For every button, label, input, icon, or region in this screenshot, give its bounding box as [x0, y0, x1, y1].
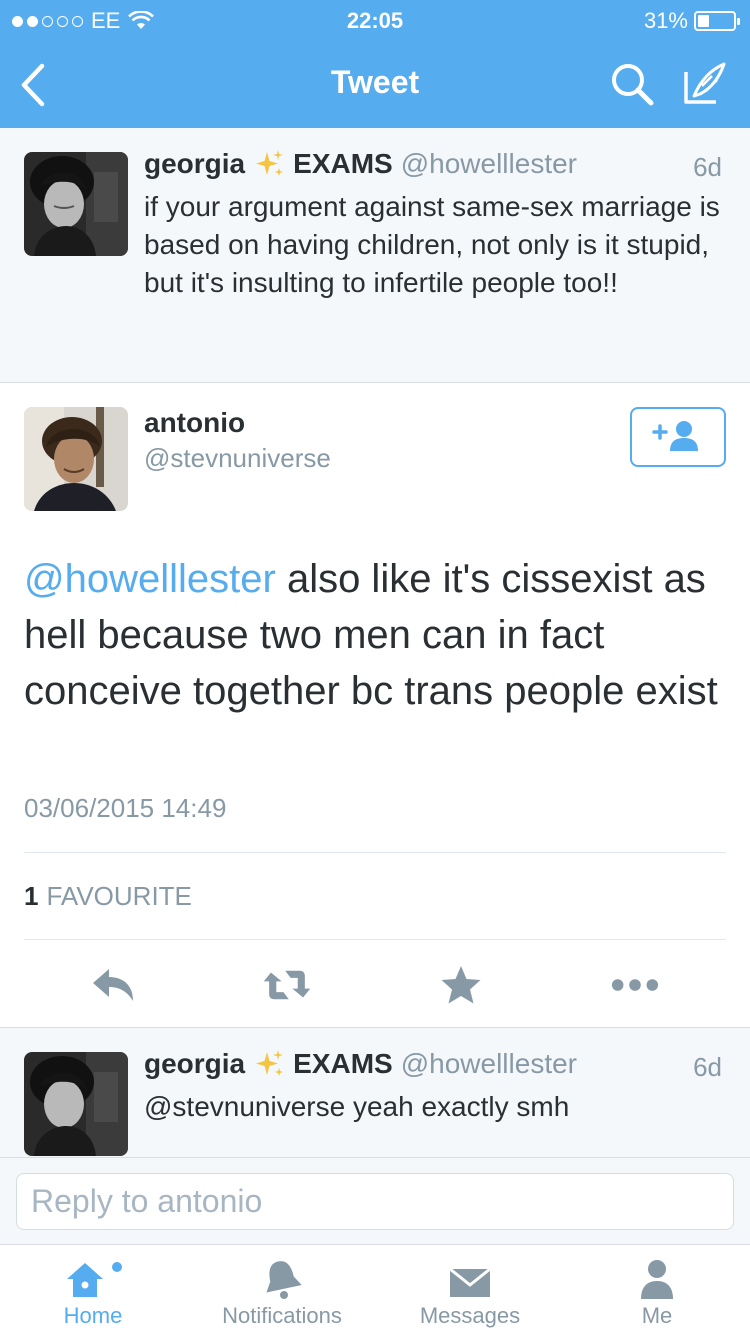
favourite-button[interactable] — [436, 963, 486, 1007]
author-name-suffix: EXAMS — [293, 1048, 393, 1079]
main-tweet: antonio @stevnuniverse @howelllester als… — [0, 383, 750, 1028]
retweet-icon — [263, 970, 311, 1000]
favourite-label: FAVOURITE — [46, 881, 192, 911]
reply-button[interactable] — [88, 963, 138, 1007]
search-icon[interactable] — [608, 60, 658, 110]
tab-home[interactable]: Home — [40, 1245, 146, 1334]
tab-bar: Home Notifications Messages Me — [0, 1245, 750, 1334]
reply-icon — [93, 969, 133, 1001]
bell-icon — [266, 1261, 302, 1299]
compose-tweet-icon[interactable] — [680, 58, 730, 108]
status-time: 22:05 — [346, 8, 404, 33]
top-bar: EE 22:05 31% Tweet — [0, 0, 750, 128]
reply-name-line: georgia EXAMS @howelllester — [144, 1048, 577, 1080]
reply-bar — [0, 1157, 750, 1245]
sparkles-icon — [256, 150, 284, 176]
tweet-time: 6d — [693, 1052, 722, 1082]
battery-icon — [694, 11, 740, 31]
follow-button[interactable] — [630, 407, 726, 467]
tweet-time: 6d — [693, 152, 722, 182]
author-handle[interactable]: @howelllester — [401, 148, 577, 180]
status-right: 31% — [643, 8, 740, 34]
tweet-text: @stevnuniverse yeah exactly smh — [144, 1091, 570, 1122]
author-name-suffix: EXAMS — [293, 148, 393, 179]
avatar[interactable] — [24, 1052, 128, 1156]
retweet-button[interactable] — [262, 963, 312, 1007]
author-name[interactable]: georgia — [144, 1048, 245, 1080]
avatar[interactable] — [24, 152, 128, 256]
parent-name-line: georgia EXAMS @howelllester — [144, 148, 577, 180]
tweet-text: @howelllester also like it's cissexist a… — [24, 551, 729, 719]
more-options-button[interactable] — [610, 963, 660, 1007]
avatar[interactable] — [24, 407, 128, 511]
tab-label: Me — [641, 1303, 673, 1328]
tab-label: Messages — [419, 1303, 521, 1328]
author-name[interactable]: antonio — [144, 407, 245, 439]
tab-label: Notifications — [222, 1303, 342, 1328]
tab-me[interactable]: Me — [622, 1245, 692, 1334]
parent-tweet[interactable]: georgia EXAMS @howelllester 6d if your a… — [0, 128, 750, 383]
divider — [24, 852, 726, 853]
favourite-count-number: 1 — [24, 881, 39, 911]
tab-label: Home — [63, 1303, 123, 1328]
tweet-date: 03/06/2015 14:49 — [24, 793, 227, 823]
favourites-count[interactable]: 1 FAVOURITE — [24, 881, 192, 912]
battery-percent: 31% — [643, 8, 688, 33]
tweet-text: if your argument against same-sex marria… — [144, 191, 720, 298]
reply-input[interactable] — [16, 1173, 734, 1230]
tab-notifications[interactable]: Notifications — [212, 1245, 352, 1334]
tab-messages[interactable]: Messages — [408, 1245, 532, 1334]
status-bar: EE 22:05 31% — [0, 0, 750, 40]
envelope-icon — [449, 1267, 491, 1297]
author-handle[interactable]: @howelllester — [401, 1048, 577, 1080]
nav-bar: Tweet — [0, 40, 750, 128]
mention-link[interactable]: @howelllester — [24, 557, 276, 601]
home-icon — [67, 1262, 122, 1297]
sparkles-icon — [256, 1050, 284, 1076]
add-user-icon — [652, 421, 698, 451]
person-icon — [641, 1260, 673, 1299]
author-handle[interactable]: @stevnuniverse — [144, 443, 331, 474]
star-icon — [441, 966, 481, 1004]
author-name[interactable]: georgia — [144, 148, 245, 180]
divider — [24, 939, 726, 940]
more-icon — [611, 979, 659, 991]
reply-tweet[interactable]: georgia EXAMS @howelllester 6d @stevnuni… — [0, 1028, 750, 1158]
